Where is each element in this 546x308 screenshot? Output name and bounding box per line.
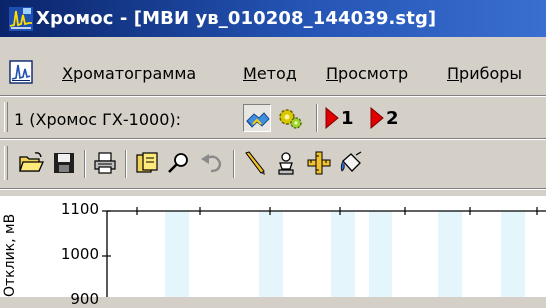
run-channel-1-button[interactable]: 1 — [325, 104, 365, 132]
device-label: 1 (Хромос ГХ-1000): — [14, 110, 181, 129]
main-toolbar-grip[interactable] — [4, 146, 8, 180]
run-channel-2-icon — [370, 107, 384, 129]
save-button[interactable] — [50, 149, 78, 177]
title-bar: Хромос - [МВИ ув_010208_144039.stg] — [0, 0, 546, 37]
open-button[interactable] — [17, 149, 45, 177]
toolbar-separator-3 — [233, 150, 235, 178]
menu-devices-access-key: П — [447, 64, 460, 83]
run-channel-1-icon — [325, 107, 339, 129]
menu-devices-label: риборы — [459, 64, 523, 83]
y-tick-label: 1000 — [60, 245, 99, 263]
chromatogram-doc-icon[interactable] — [9, 60, 33, 84]
print-icon — [94, 152, 116, 174]
run-channel-2-label: 2 — [386, 108, 399, 129]
menu-chromatogram-label: роматограмма — [72, 64, 197, 83]
menu-view-label: росмотр — [338, 64, 409, 83]
settings-button[interactable] — [276, 104, 304, 132]
zoom-magnifier-icon — [168, 153, 188, 173]
toolbar-separator-1 — [84, 150, 86, 178]
menu-method-access-key: М — [243, 64, 257, 83]
menu-method-label: етод — [256, 64, 297, 83]
y-tick-label: 1100 — [60, 200, 99, 218]
y-tick-label: 900 — [70, 290, 99, 308]
menu-view[interactable]: Просмотр — [326, 64, 408, 83]
open-folder-icon — [19, 152, 45, 172]
copy-button[interactable] — [133, 149, 161, 177]
menu-chromatogram[interactable]: Хроматограмма — [62, 64, 196, 83]
stamp-button[interactable] — [272, 149, 300, 177]
ruler-cross-icon — [307, 151, 331, 175]
copy-pages-icon — [136, 152, 158, 173]
fill-button[interactable] — [337, 149, 365, 177]
connect-button[interactable] — [243, 104, 271, 132]
gear-settings-icon — [279, 109, 302, 129]
undo-icon — [201, 154, 222, 173]
ruler-button[interactable] — [305, 149, 333, 177]
run-channel-1-label: 1 — [341, 108, 354, 129]
person-stamp-icon — [278, 152, 294, 175]
device-toolbar-separator — [316, 104, 318, 132]
chromatograph-app-icon[interactable] — [9, 7, 33, 31]
pencil-button[interactable] — [240, 149, 268, 177]
paint-bucket-icon — [340, 151, 362, 172]
print-button[interactable] — [91, 149, 119, 177]
window-title: Хромос - [МВИ ув_010208_144039.stg] — [36, 8, 437, 29]
undo-button[interactable] — [198, 149, 226, 177]
device-toolbar-grip[interactable] — [4, 102, 8, 132]
menu-toolbar-divider — [0, 95, 546, 97]
zoom-button[interactable] — [165, 149, 193, 177]
toolbar-separator-2 — [125, 150, 127, 178]
menu-chromatogram-access-key: Х — [62, 64, 73, 83]
toolbar-bottom-divider — [0, 188, 546, 190]
menu-devices[interactable]: Приборы — [447, 64, 522, 83]
run-channel-2-button[interactable]: 2 — [370, 104, 410, 132]
toolbar-divider — [0, 138, 546, 140]
menu-method[interactable]: Метод — [243, 64, 297, 83]
save-disk-icon — [54, 153, 74, 173]
pencil-icon — [245, 151, 265, 175]
handshake-connect-icon — [246, 112, 270, 128]
menu-view-access-key: П — [326, 64, 339, 83]
